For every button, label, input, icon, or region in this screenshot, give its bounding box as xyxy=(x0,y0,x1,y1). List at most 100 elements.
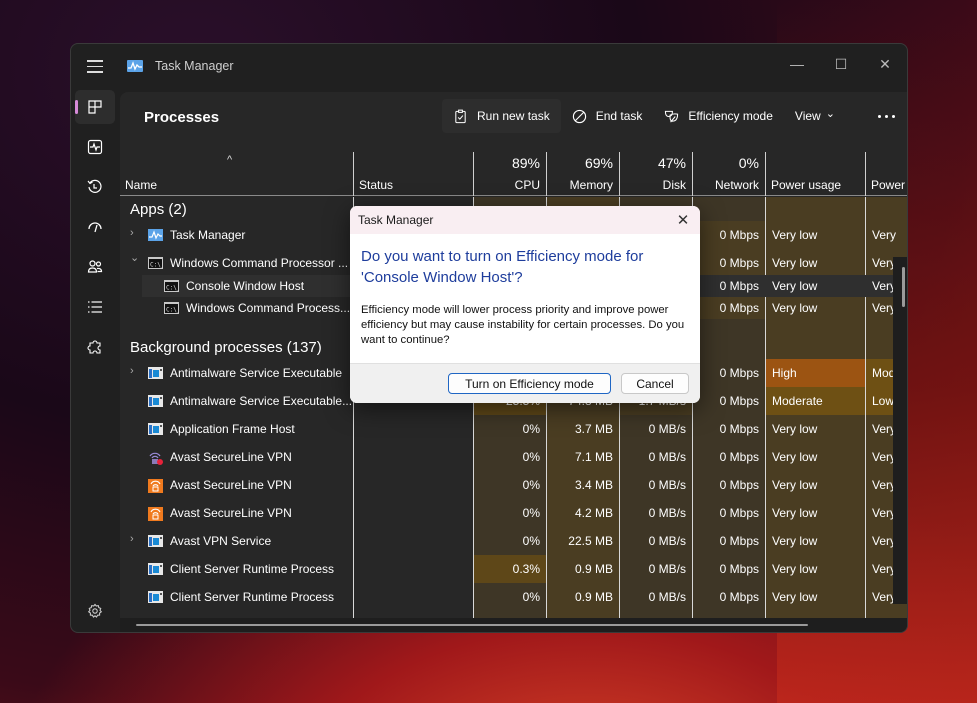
horizontal-scrollbar-thumb[interactable] xyxy=(136,624,808,626)
ellipsis-icon xyxy=(877,114,881,118)
turn-on-efficiency-mode-button[interactable]: Turn on Efficiency mode xyxy=(448,373,611,394)
cell-network: 0 Mbps xyxy=(719,562,759,576)
view-dropdown[interactable]: View ⌄ xyxy=(784,99,846,133)
window-title: Task Manager xyxy=(155,59,234,73)
cell-network: 0 Mbps xyxy=(693,275,765,297)
cell-cpu: 0% xyxy=(522,422,540,436)
window-app-icon xyxy=(148,395,163,407)
chevron-down-icon: ⌄ xyxy=(825,108,835,120)
cell-network: 0 Mbps xyxy=(719,506,759,520)
toolbar: Run new task End task Efficiency mode Vi… xyxy=(442,99,846,133)
nav-sidebar xyxy=(71,90,119,632)
nav-services[interactable] xyxy=(75,330,115,364)
close-button[interactable]: ✕ xyxy=(863,50,907,78)
view-label: View xyxy=(794,109,821,123)
leaf-icon xyxy=(665,110,679,122)
cell-power: Very low xyxy=(772,590,818,604)
cell-network: 0 Mbps xyxy=(693,249,765,277)
column-memory[interactable]: 69% Memory xyxy=(547,152,619,196)
table-row[interactable]: Avast SecureLine VPN 0% 4.2 MB 0 MB/s 0 Mbps… xyxy=(120,499,905,527)
expand-chevron-icon[interactable]: › xyxy=(130,533,134,545)
expand-chevron-icon[interactable]: › xyxy=(130,227,134,239)
cell-power: Very low xyxy=(766,297,865,319)
nav-app-history[interactable] xyxy=(75,170,115,204)
cell-network: 0 Mbps xyxy=(719,534,759,548)
block-icon xyxy=(572,109,586,123)
cell-power: Very low xyxy=(772,534,818,548)
process-name: Windows Command Processor ... xyxy=(170,255,349,270)
window-app-icon xyxy=(148,535,163,547)
cell-power: High xyxy=(766,359,865,387)
dialog-close-button[interactable]: ✕ xyxy=(672,210,694,230)
table-row[interactable]: Avast SecureLine VPN 0% 7.1 MB 0 MB/s 0 Mbps… xyxy=(120,443,905,471)
puzzle-icon xyxy=(87,340,101,354)
nav-startup-apps[interactable] xyxy=(75,210,115,244)
cell-power: Very low xyxy=(766,275,865,297)
command-prompt-icon: C:\_ xyxy=(148,257,165,269)
dialog-footer: Turn on Efficiency mode Cancel xyxy=(350,363,700,403)
column-cpu[interactable]: 89% CPU xyxy=(474,152,546,196)
collapse-chevron-icon[interactable]: ⌄ xyxy=(130,251,139,264)
window-app-icon xyxy=(148,367,163,379)
vertical-scrollbar-track[interactable] xyxy=(893,257,907,604)
processes-icon xyxy=(88,100,102,114)
column-power-usage[interactable]: Power usage xyxy=(766,152,865,196)
process-name: Antimalware Service Executable... xyxy=(170,393,353,408)
svg-text:C:\_: C:\_ xyxy=(166,285,179,292)
cell-power: Very low xyxy=(772,422,818,436)
cell-power: Very low xyxy=(766,221,865,249)
vertical-scrollbar-thumb[interactable] xyxy=(902,267,905,307)
cancel-button[interactable]: Cancel xyxy=(621,373,689,394)
process-name: Antimalware Service Executable xyxy=(170,365,343,380)
maximize-button[interactable]: ☐ xyxy=(819,50,863,78)
column-power-usage-trend[interactable]: Power xyxy=(866,152,907,196)
table-row[interactable]: › Avast VPN Service 0% 22.5 MB 0 MB/s 0 Mbps V… xyxy=(120,527,905,555)
command-prompt-icon: C:\_ xyxy=(164,280,181,292)
minimize-button[interactable]: — xyxy=(775,50,819,78)
svg-text:C:\_: C:\_ xyxy=(166,307,179,314)
table-row[interactable]: Client Server Runtime Process 0% 0.9 MB 0 M… xyxy=(120,583,905,611)
page-title: Processes xyxy=(144,109,220,126)
cell-disk: 0 MB/s xyxy=(648,562,686,576)
column-status[interactable]: Status xyxy=(354,152,473,196)
task-manager-icon xyxy=(148,229,163,241)
cell-network: 0 Mbps xyxy=(719,422,759,436)
more-options-button[interactable] xyxy=(872,99,900,133)
cell-network: 0 Mbps xyxy=(719,478,759,492)
cell-disk: 0 MB/s xyxy=(648,478,686,492)
dialog-title-bar: Task Manager ✕ xyxy=(350,206,700,234)
cell-cpu: 0% xyxy=(522,506,540,520)
cell-cpu: 0% xyxy=(522,450,540,464)
run-new-task-label: Run new task xyxy=(477,109,550,123)
nav-processes[interactable] xyxy=(75,90,115,124)
end-task-label: End task xyxy=(595,109,643,123)
column-disk[interactable]: 47% Disk xyxy=(620,152,692,196)
run-new-task-button[interactable]: Run new task xyxy=(442,99,561,133)
nav-performance[interactable] xyxy=(75,130,115,164)
end-task-button[interactable]: End task xyxy=(561,99,654,133)
cell-power: Very low xyxy=(772,478,818,492)
process-name: Task Manager xyxy=(170,227,246,242)
expand-chevron-icon[interactable]: › xyxy=(130,365,134,377)
cell-power: Moderate xyxy=(766,387,865,415)
window-app-icon xyxy=(148,591,163,603)
window-app-icon xyxy=(148,563,163,575)
nav-users[interactable] xyxy=(75,250,115,284)
performance-icon xyxy=(87,139,103,155)
nav-details[interactable] xyxy=(75,290,115,324)
avast-vpn-disconnected-icon xyxy=(148,451,163,465)
horizontal-scrollbar-track[interactable] xyxy=(120,618,907,632)
hamburger-menu-icon[interactable] xyxy=(87,60,103,73)
column-name[interactable]: Name xyxy=(120,152,353,196)
table-header: ^ Name Status 89% CPU 69% Memory 47% Disk 0… xyxy=(120,152,907,196)
cell-power: Very low xyxy=(766,249,865,277)
table-row[interactable]: Avast SecureLine VPN 0% 3.4 MB 0 MB/s 0 Mbps… xyxy=(120,471,905,499)
table-row[interactable]: Application Frame Host 0% 3.7 MB 0 MB/s 0 Mb… xyxy=(120,415,905,443)
efficiency-mode-button[interactable]: Efficiency mode xyxy=(653,99,784,133)
column-network[interactable]: 0% Network xyxy=(693,152,765,196)
nav-settings[interactable] xyxy=(75,594,115,628)
clipboard-check-icon xyxy=(455,109,466,123)
table-row[interactable]: Client Server Runtime Process 0.3% 0.9 MB 0… xyxy=(120,555,905,583)
cell-disk: 0 MB/s xyxy=(648,506,686,520)
cell-network: 0 Mbps xyxy=(693,359,765,387)
